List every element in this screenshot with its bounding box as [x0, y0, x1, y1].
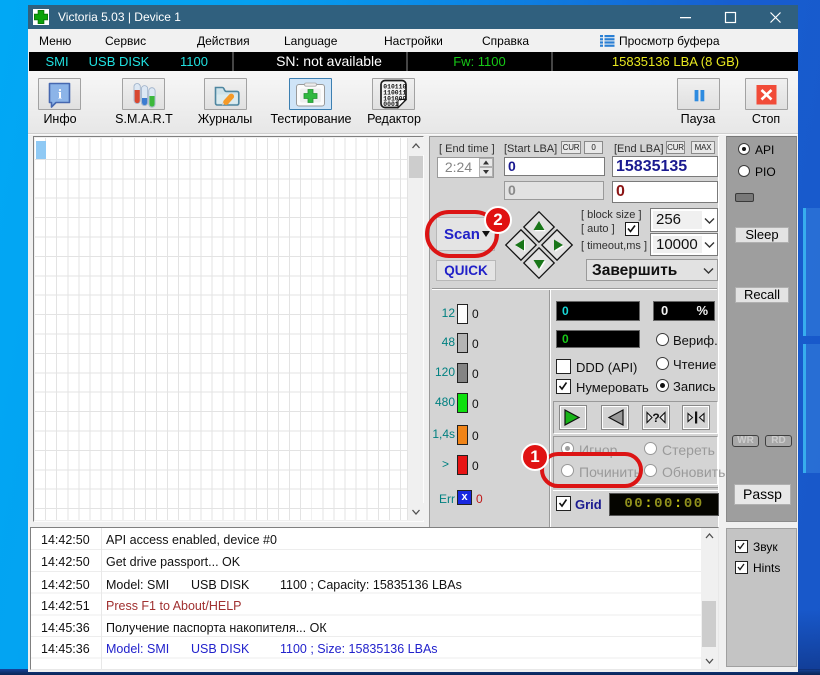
svg-text:0001: 0001 [383, 101, 399, 108]
svg-text:?: ? [652, 411, 659, 425]
svg-text:i: i [58, 88, 62, 103]
